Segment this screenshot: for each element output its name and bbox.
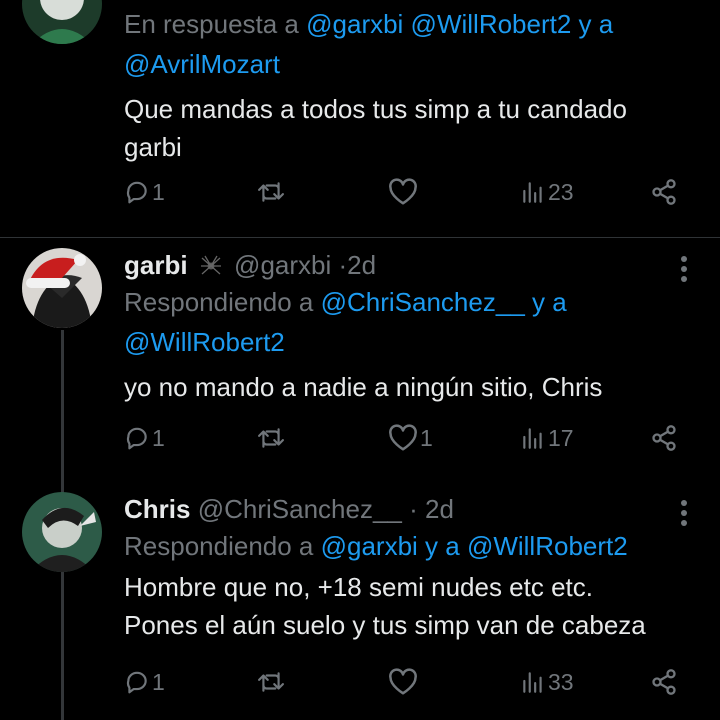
separator: · bbox=[409, 494, 418, 524]
retweet-icon bbox=[258, 672, 284, 692]
tweet-text: Hombre que no, +18 semi nudes etc etc. P… bbox=[124, 568, 700, 644]
retweet-button[interactable] bbox=[256, 172, 286, 212]
share-button[interactable] bbox=[650, 662, 678, 702]
share-icon bbox=[652, 669, 676, 695]
views-button[interactable]: 23 bbox=[520, 172, 574, 212]
share-button[interactable] bbox=[650, 418, 678, 458]
reply-icon bbox=[126, 427, 147, 450]
views-count: 17 bbox=[548, 424, 574, 451]
timestamp[interactable]: 2d bbox=[425, 494, 454, 524]
views-icon bbox=[523, 182, 542, 203]
tweet-header: garbi @garxbi ·2d bbox=[124, 248, 700, 282]
mention-link[interactable]: @garxbi y a @WillRobert2 bbox=[321, 531, 628, 561]
tweet-text: Que mandas a todos tus simp a tu candado… bbox=[124, 90, 700, 166]
share-button[interactable] bbox=[650, 172, 678, 212]
timestamp[interactable]: 2d bbox=[347, 250, 376, 280]
reply-prefix: Respondiendo a bbox=[124, 531, 321, 561]
views-count: 23 bbox=[548, 178, 574, 205]
retweet-icon bbox=[258, 428, 284, 448]
mention-link[interactable]: @AvrilMozart bbox=[124, 49, 280, 79]
reply-button[interactable]: 1 bbox=[124, 662, 165, 702]
tweet-actions: 1 1 17 bbox=[124, 418, 684, 458]
like-button[interactable]: 1 bbox=[388, 418, 433, 458]
reply-button[interactable]: 1 bbox=[124, 172, 165, 212]
avatar[interactable] bbox=[22, 492, 102, 572]
reply-context: Respondiendo a @ChriSanchez__ y a @WillR… bbox=[124, 282, 700, 362]
avatar[interactable] bbox=[22, 248, 102, 328]
like-count: 1 bbox=[420, 424, 433, 451]
more-button[interactable] bbox=[678, 496, 690, 530]
tweet-actions: 1 23 bbox=[124, 172, 684, 212]
retweet-button[interactable] bbox=[256, 418, 286, 458]
like-icon bbox=[389, 178, 417, 205]
more-icon bbox=[678, 500, 690, 526]
tweet-text-line: yo no mando a nadie a ningún sitio, Chri… bbox=[124, 372, 603, 402]
tweet-actions: 1 33 bbox=[124, 662, 684, 702]
reply-context: Respondiendo a @garxbi y a @WillRobert2 bbox=[124, 526, 700, 566]
views-icon bbox=[523, 672, 542, 693]
tweet[interactable]: En respuesta a @garxbi @WillRobert2 y a … bbox=[0, 0, 720, 238]
tweet-text-line: Que mandas a todos tus simp a tu candado bbox=[124, 94, 627, 124]
like-icon bbox=[389, 424, 417, 451]
reply-icon bbox=[126, 671, 147, 694]
tweet-text-line: Pones el aún suelo y tus simp van de cab… bbox=[124, 610, 646, 640]
retweet-button[interactable] bbox=[256, 662, 286, 702]
reply-button[interactable]: 1 bbox=[124, 418, 165, 458]
tweet[interactable]: garbi @garxbi ·2d Respondiendo a @ChriSa… bbox=[0, 238, 720, 482]
tweet[interactable]: Chris @ChriSanchez__ · 2d Respondiendo a… bbox=[0, 482, 720, 720]
mention-link[interactable]: @ChriSanchez__ y a bbox=[321, 287, 567, 317]
spider-emoji-icon bbox=[200, 255, 221, 275]
reply-prefix: En respuesta a bbox=[124, 9, 307, 39]
tweet-text: yo no mando a nadie a ningún sitio, Chri… bbox=[124, 368, 700, 406]
like-icon bbox=[389, 668, 417, 695]
user-handle[interactable]: @ChriSanchez__ bbox=[198, 494, 402, 524]
views-button[interactable]: 17 bbox=[520, 418, 574, 458]
tweet-text-line: garbi bbox=[124, 132, 182, 162]
more-icon bbox=[678, 256, 690, 282]
reply-context: En respuesta a @garxbi @WillRobert2 y a … bbox=[124, 4, 700, 84]
like-button[interactable] bbox=[388, 662, 418, 702]
user-handle[interactable]: @garxbi bbox=[234, 250, 331, 280]
separator: · bbox=[338, 250, 348, 280]
retweet-icon bbox=[258, 182, 284, 202]
share-icon bbox=[652, 179, 676, 205]
tweet-text-line: Hombre que no, +18 semi nudes etc etc. bbox=[124, 572, 593, 602]
display-name[interactable]: garbi bbox=[124, 250, 188, 280]
views-button[interactable]: 33 bbox=[520, 662, 574, 702]
reply-prefix: Respondiendo a bbox=[124, 287, 321, 317]
mention-link[interactable]: @garxbi @WillRobert2 y a bbox=[306, 9, 613, 39]
tweet-header: Chris @ChriSanchez__ · 2d bbox=[124, 492, 700, 526]
mention-link[interactable]: @WillRobert2 bbox=[124, 327, 285, 357]
reply-count: 1 bbox=[152, 668, 165, 695]
views-icon bbox=[523, 428, 542, 449]
avatar[interactable] bbox=[22, 0, 102, 44]
reply-icon bbox=[126, 181, 147, 204]
more-button[interactable] bbox=[678, 252, 690, 286]
reply-count: 1 bbox=[152, 424, 165, 451]
share-icon bbox=[652, 425, 676, 451]
like-button[interactable] bbox=[388, 172, 418, 212]
reply-count: 1 bbox=[152, 178, 165, 205]
views-count: 33 bbox=[548, 668, 574, 695]
display-name[interactable]: Chris bbox=[124, 494, 190, 524]
